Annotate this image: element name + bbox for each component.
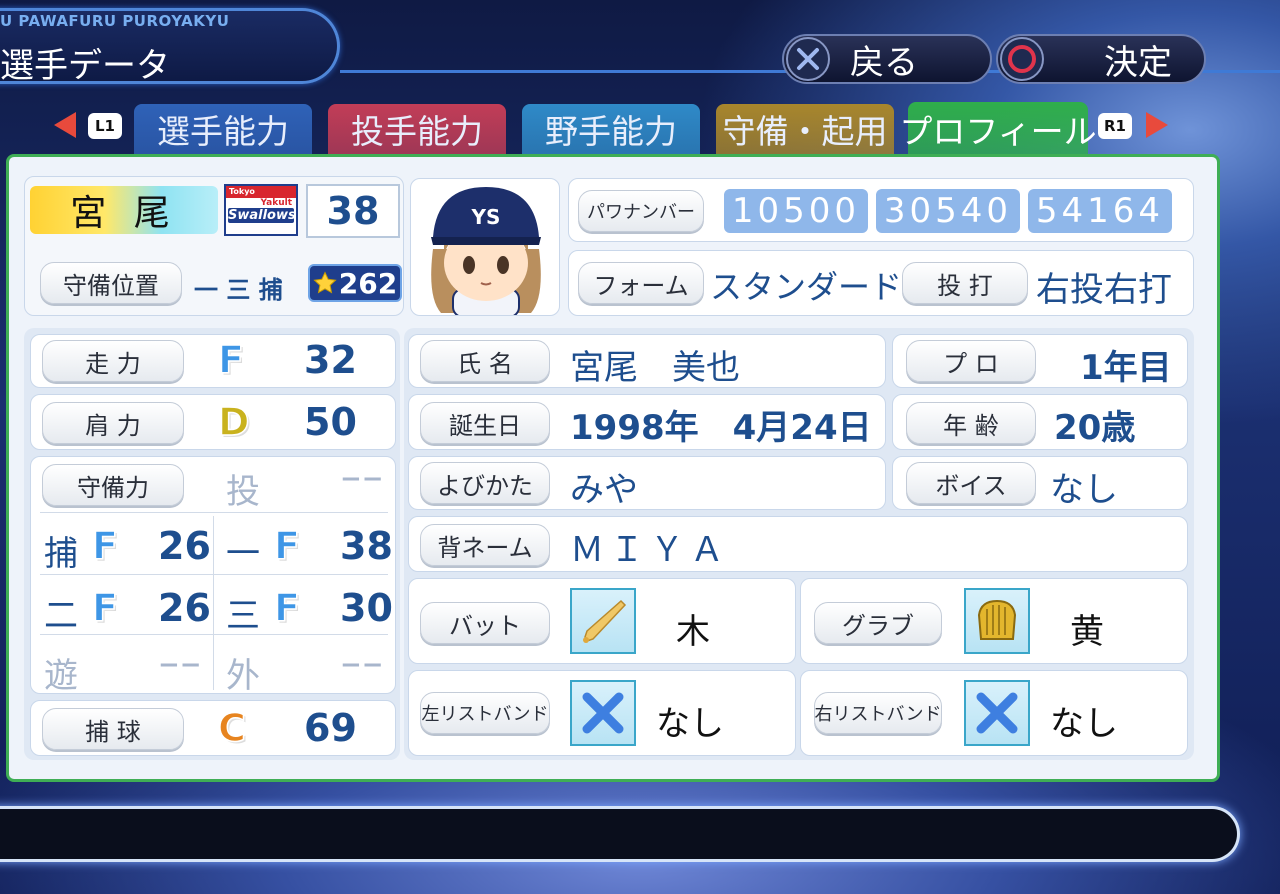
first-base-grade: F xyxy=(273,523,300,569)
back-button[interactable]: 戻る xyxy=(782,34,992,84)
left-wristband-value: なし xyxy=(656,704,724,744)
uniform-number: 38 xyxy=(306,184,400,238)
catcher-pos: 捕 xyxy=(44,534,78,574)
catching-label: 捕 球 xyxy=(42,708,184,750)
catcher-grade: F xyxy=(91,523,118,569)
reading-value: みや xyxy=(570,470,638,510)
shortstop-pos: 遊 xyxy=(44,656,78,696)
age-value: 20歳 xyxy=(1054,408,1136,448)
catching-value: 69 xyxy=(304,706,357,750)
tab-defense-usage[interactable]: 守備・起用 xyxy=(716,104,894,154)
first-base-pos: 一 xyxy=(226,534,260,574)
bat-label: バット xyxy=(420,602,550,644)
team-logo: Tokyo Yakult Swallows xyxy=(224,184,298,236)
tab-pitcher-ability[interactable]: 投手能力 xyxy=(328,104,506,154)
powanumber-label: パワナンバー xyxy=(578,190,704,232)
outfield-pos: 外 xyxy=(226,656,260,696)
pitcher-pos: 投 xyxy=(226,472,260,512)
arm-value: 50 xyxy=(304,400,357,444)
throw-bat-label: 投 打 xyxy=(902,262,1028,304)
shortstop-value: −− xyxy=(158,650,202,680)
run-grade: F xyxy=(217,337,244,383)
outfield-value: −− xyxy=(340,650,384,680)
positions-value: 一 三 捕 xyxy=(194,276,283,304)
yellow-glove-icon xyxy=(964,588,1030,654)
tab-batter-ability[interactable]: 選手能力 xyxy=(134,104,312,154)
arm-label: 肩 力 xyxy=(42,402,184,444)
pro-label: プ ロ xyxy=(906,340,1036,382)
first-base-value: 38 xyxy=(340,524,393,568)
second-base-pos: 二 xyxy=(44,596,78,636)
run-value: 32 xyxy=(304,338,357,382)
second-base-value: 26 xyxy=(158,586,211,630)
star-icon xyxy=(313,271,337,294)
throw-bat-value: 右投右打 xyxy=(1036,270,1172,310)
right-wristband-value: なし xyxy=(1050,704,1118,744)
r1-button[interactable]: R1 xyxy=(1098,113,1132,139)
name-label: 氏 名 xyxy=(420,340,550,382)
third-base-pos: 三 xyxy=(226,596,260,636)
left-wristband-label: 左リストバンド xyxy=(420,692,550,734)
message-bar xyxy=(0,806,1240,862)
defense-label: 守備力 xyxy=(42,464,184,506)
tab-right-arrow-icon[interactable] xyxy=(1146,112,1168,138)
reading-label: よびかた xyxy=(420,462,550,504)
glove-label: グラブ xyxy=(814,602,942,644)
age-label: 年 齢 xyxy=(906,402,1036,444)
tab-profile[interactable]: プロフィール xyxy=(899,102,1097,156)
player-name-plate: 宮 尾 xyxy=(30,186,218,234)
birthday-label: 誕生日 xyxy=(420,402,550,444)
l1-button[interactable]: L1 xyxy=(88,113,122,139)
wooden-bat-icon xyxy=(570,588,636,654)
svg-text:YS: YS xyxy=(471,205,501,229)
powanumber-value-3: 54164 xyxy=(1028,189,1172,233)
player-avatar: YS xyxy=(410,178,560,316)
none-cross-icon xyxy=(570,680,636,746)
position-label: 守備位置 xyxy=(40,262,182,304)
back-label: 戻る xyxy=(850,42,918,83)
arm-grade: D xyxy=(217,399,250,445)
glove-value: 黄 xyxy=(1070,612,1104,652)
pitcher-value: −− xyxy=(340,464,384,494)
back-name-label: 背ネーム xyxy=(420,524,550,566)
tab-left-arrow-icon[interactable] xyxy=(54,112,76,138)
voice-label: ボイス xyxy=(906,462,1036,504)
second-base-grade: F xyxy=(91,585,118,631)
confirm-label: 決定 xyxy=(1104,42,1172,83)
name-value: 宮尾 美也 xyxy=(570,348,740,388)
back-name-value: ＭＩＹＡ xyxy=(570,530,730,570)
form-label: フォーム xyxy=(578,262,704,304)
voice-value: なし xyxy=(1050,470,1118,510)
run-label: 走 力 xyxy=(42,340,184,382)
powanumber-value-2: 30540 xyxy=(876,189,1020,233)
third-base-value: 30 xyxy=(340,586,393,630)
circle-button-icon xyxy=(1000,37,1044,81)
form-value: スタンダード１ xyxy=(710,268,935,306)
catching-grade: C xyxy=(217,705,246,751)
confirm-button[interactable]: 決定 xyxy=(996,34,1206,84)
tab-fielder-ability[interactable]: 野手能力 xyxy=(522,104,700,154)
third-base-grade: F xyxy=(273,585,300,631)
powanumber-value-1: 10500 xyxy=(724,189,868,233)
catcher-value: 26 xyxy=(158,524,211,568)
star-rating: 262 xyxy=(308,264,402,302)
birthday-value: 1998年 4月24日 xyxy=(570,408,872,448)
right-wristband-label: 右リストバンド xyxy=(814,692,942,734)
pro-value: 1年目 xyxy=(1080,348,1172,388)
none-cross-icon xyxy=(964,680,1030,746)
bat-value: 木 xyxy=(676,612,710,652)
game-brand: U PAWAFURU PUROYAKYU xyxy=(0,12,230,30)
cross-button-icon xyxy=(786,37,830,81)
screen-title: 選手データ xyxy=(0,46,170,86)
